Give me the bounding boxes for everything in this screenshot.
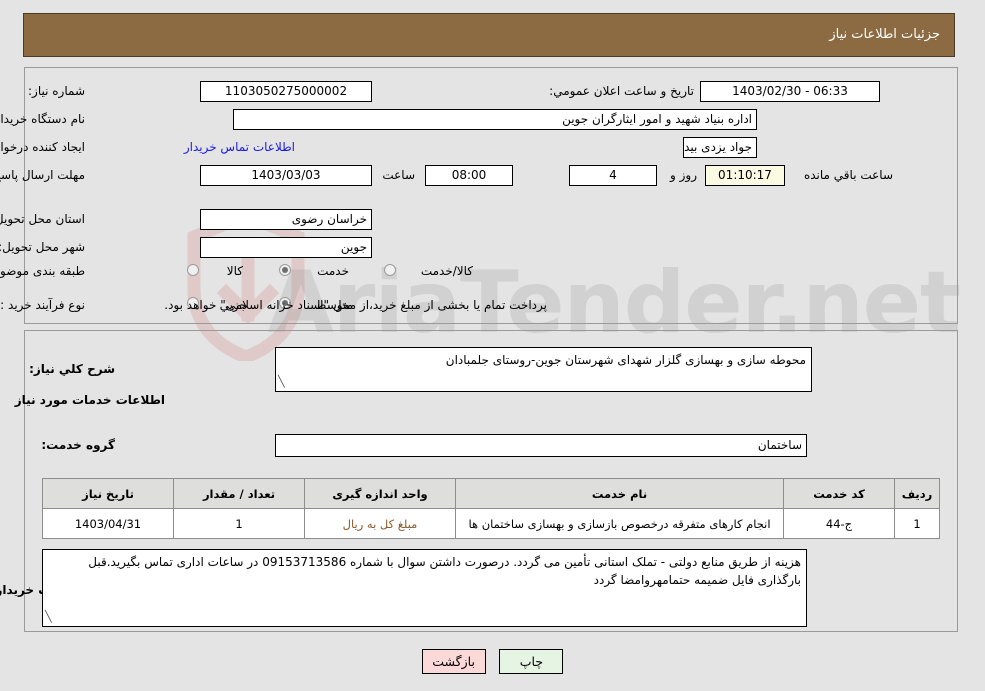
summary-textarea[interactable]: محوطه سازی و بهسازی گلزار شهدای شهرستان … [275, 347, 812, 392]
creator-label: ایجاد کننده درخواست: [0, 140, 85, 154]
need-number-label: شماره نیاز: [28, 84, 85, 98]
city-label: شهر محل تحویل: [0, 240, 85, 254]
service-group-field[interactable]: ساختمان [275, 434, 807, 457]
deadline-days-suffix: روز و [670, 168, 697, 182]
need-info-panel [24, 67, 958, 324]
buyer-notes-text: هزینه از طریق منابع دولتی - تملک استانی … [88, 555, 801, 587]
category-option-khedmat-label: خدمت [317, 264, 349, 278]
services-table-wrapper: ردیف کد خدمت نام خدمت واحد اندازه گیری ت… [42, 478, 940, 539]
category-radio-kala[interactable] [187, 264, 199, 276]
deadline-countdown-timer: 01:10:17 [705, 165, 785, 186]
cell-qty: 1 [173, 508, 305, 539]
cell-row: 1 [894, 508, 940, 539]
deadline-date-field[interactable]: 1403/03/03 [200, 165, 372, 186]
deadline-days-field[interactable]: 4 [569, 165, 657, 186]
cell-date: 1403/04/31 [42, 508, 174, 539]
buyer-org-label: نام دستگاه خریدار: [0, 112, 85, 126]
creator-field[interactable]: جواد یزدی بیدی کارشناس اداری و مالی ادار… [683, 137, 757, 158]
col-row: ردیف [894, 478, 940, 509]
cell-code: ج-44 [783, 508, 895, 539]
province-label: استان محل تحویل: [0, 212, 85, 226]
col-date: تاریخ نیاز [42, 478, 174, 509]
need-number-field[interactable]: 1103050275000002 [200, 81, 372, 102]
category-option-kala-label: کالا [226, 264, 243, 278]
cell-unit: مبلغ کل به ریال [304, 508, 456, 539]
process-type-label: نوع فرآیند خرید : [0, 298, 85, 312]
col-name: نام خدمت [455, 478, 784, 509]
resize-grip-icon[interactable]: ╱ [45, 608, 52, 626]
page-header-bar: جزئیات اطلاعات نیاز [23, 13, 955, 57]
table-row[interactable]: 1 ج-44 انجام کارهای متفرقه درخصوص بازساز… [42, 508, 940, 539]
action-button-row: چاپ بازگشت [0, 649, 985, 674]
col-qty: تعداد / مقدار [173, 478, 305, 509]
category-radio-khedmat[interactable] [279, 264, 291, 276]
page-title: جزئیات اطلاعات نیاز [829, 27, 940, 42]
deadline-timer-suffix: ساعت باقي مانده [803, 168, 893, 182]
print-button[interactable]: چاپ [499, 649, 564, 674]
deadline-hour-field[interactable]: 08:00 [425, 165, 513, 186]
back-button[interactable]: بازگشت [421, 649, 486, 674]
public-announce-label: تاریخ و ساعت اعلان عمومي: [549, 84, 694, 98]
table-header-row: ردیف کد خدمت نام خدمت واحد اندازه گیری ت… [42, 478, 940, 509]
deadline-label: مهلت ارسال پاسخ: تا تاریخ: [0, 168, 85, 182]
services-table: ردیف کد خدمت نام خدمت واحد اندازه گیری ت… [42, 478, 940, 539]
summary-label: شرح کلي نیاز: [29, 362, 115, 376]
public-announce-field[interactable]: 06:33 - 1403/02/30 [700, 81, 880, 102]
category-radio-kala-khedmat[interactable] [384, 264, 396, 276]
province-field[interactable]: خراسان رضوی [200, 209, 372, 230]
category-label: طبقه بندی موضوعی: [0, 264, 85, 278]
buyer-contact-link[interactable]: اطلاعات تماس خریدار [184, 140, 295, 154]
process-treasury-note: پرداخت تمام یا بخشی از مبلغ خرید،از محل … [164, 298, 547, 312]
deadline-hour-label: ساعت [382, 168, 415, 182]
summary-text: محوطه سازی و بهسازی گلزار شهدای شهرستان … [445, 353, 806, 367]
resize-grip-icon[interactable]: ╱ [278, 373, 285, 391]
col-code: کد خدمت [783, 478, 895, 509]
buyer-org-field[interactable]: اداره بنیاد شهید و امور ایثارگران جوین [233, 109, 757, 130]
city-field[interactable]: جوین [200, 237, 372, 258]
category-option-kala-khedmat-label: کالا/خدمت [420, 264, 473, 278]
col-unit: واحد اندازه گیری [304, 478, 456, 509]
service-group-label: گروه خدمت: [41, 438, 115, 452]
buyer-notes-textarea[interactable]: هزینه از طریق منابع دولتی - تملک استانی … [42, 549, 807, 627]
cell-name: انجام کارهای متفرقه درخصوص بازسازی و بهس… [455, 508, 784, 539]
services-heading: اطلاعات خدمات مورد نیاز [14, 393, 165, 407]
